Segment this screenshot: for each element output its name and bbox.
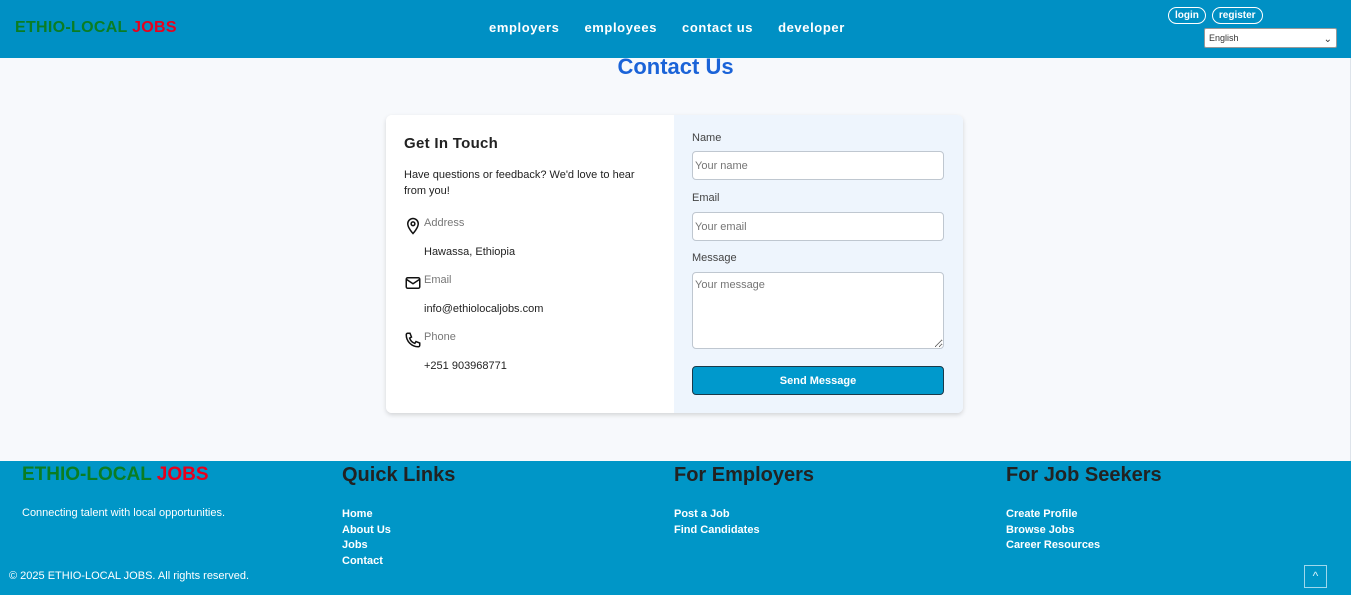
send-message-button[interactable]: Send Message [692, 366, 944, 395]
footer-link-find-candidates[interactable]: Find Candidates [674, 523, 760, 539]
email-value[interactable]: info@ethiolocaljobs.com [424, 303, 543, 315]
scroll-to-top-button[interactable]: ^ [1304, 565, 1327, 588]
chevron-up-icon: ^ [1312, 569, 1319, 583]
phone-label: Phone [424, 331, 456, 343]
email-field-label: Email [692, 192, 720, 204]
nav-employers[interactable]: employers [489, 20, 559, 35]
language-select[interactable]: English ⌄ [1204, 28, 1337, 48]
footer-link-career-resources[interactable]: Career Resources [1006, 538, 1100, 554]
footer-link-post-a-job[interactable]: Post a Job [674, 507, 760, 523]
contact-heading: Get In Touch [404, 135, 499, 152]
nav-developer[interactable]: developer [778, 20, 845, 35]
nav-contact-us[interactable]: contact us [682, 20, 753, 35]
footer-logo-part1: ETHIO-LOCAL [22, 464, 152, 485]
quick-links-list: Home About Us Jobs Contact [342, 507, 391, 570]
map-pin-icon [404, 217, 422, 235]
footer-link-about-us[interactable]: About Us [342, 523, 391, 539]
footer-link-contact[interactable]: Contact [342, 554, 391, 570]
language-select-value: English [1209, 33, 1239, 43]
job-seekers-heading: For Job Seekers [1006, 464, 1162, 486]
address-value: Hawassa, Ethiopia [424, 246, 516, 258]
site-logo[interactable]: ETHIO-LOCAL JOBS [15, 19, 177, 37]
auth-buttons: login register [1168, 7, 1263, 24]
message-textarea[interactable] [692, 272, 944, 349]
main-nav: employers employees contact us developer [489, 20, 870, 35]
employers-heading: For Employers [674, 464, 815, 486]
job-seekers-links-list: Create Profile Browse Jobs Career Resour… [1006, 507, 1100, 554]
employers-links-list: Post a Job Find Candidates [674, 507, 760, 538]
contact-info-panel: Get In Touch Have questions or feedback?… [386, 115, 674, 413]
footer-link-browse-jobs[interactable]: Browse Jobs [1006, 523, 1100, 539]
email-label: Email [424, 274, 452, 286]
contact-form: Name Email Message Send Message [674, 115, 963, 413]
address-label: Address [424, 217, 465, 229]
phone-value[interactable]: +251 903968771 [424, 360, 507, 372]
copyright-text: © 2025 ETHIO-LOCAL JOBS. All rights rese… [9, 570, 250, 582]
logo-text-part1: ETHIO-LOCAL [15, 19, 128, 36]
logo-text-part2: JOBS [132, 19, 177, 36]
name-label: Name [692, 132, 722, 144]
contact-card: Get In Touch Have questions or feedback?… [386, 115, 963, 413]
email-input[interactable] [692, 212, 944, 241]
name-input[interactable] [692, 151, 944, 180]
footer-logo-part2: JOBS [156, 464, 209, 485]
login-button[interactable]: login [1168, 7, 1206, 24]
footer-logo[interactable]: ETHIO-LOCAL JOBS [22, 464, 209, 486]
footer-link-jobs[interactable]: Jobs [342, 538, 391, 554]
message-label: Message [692, 252, 737, 264]
page-title: Contact Us [617, 54, 734, 79]
mail-icon [404, 274, 422, 292]
footer-link-home[interactable]: Home [342, 507, 391, 523]
register-button[interactable]: register [1211, 7, 1263, 24]
contact-intro: Have questions or feedback? We'd love to… [404, 169, 635, 197]
footer-link-create-profile[interactable]: Create Profile [1006, 507, 1100, 523]
phone-icon [404, 331, 422, 349]
chevron-down-icon: ⌄ [1323, 34, 1332, 45]
top-header: ETHIO-LOCAL JOBS employers employees con… [0, 0, 1351, 58]
site-footer: ETHIO-LOCAL JOBS Connecting talent with … [0, 461, 1351, 595]
quick-links-heading: Quick Links [342, 464, 456, 486]
nav-employees[interactable]: employees [584, 20, 657, 35]
footer-tagline: Connecting talent with local opportuniti… [22, 507, 226, 519]
